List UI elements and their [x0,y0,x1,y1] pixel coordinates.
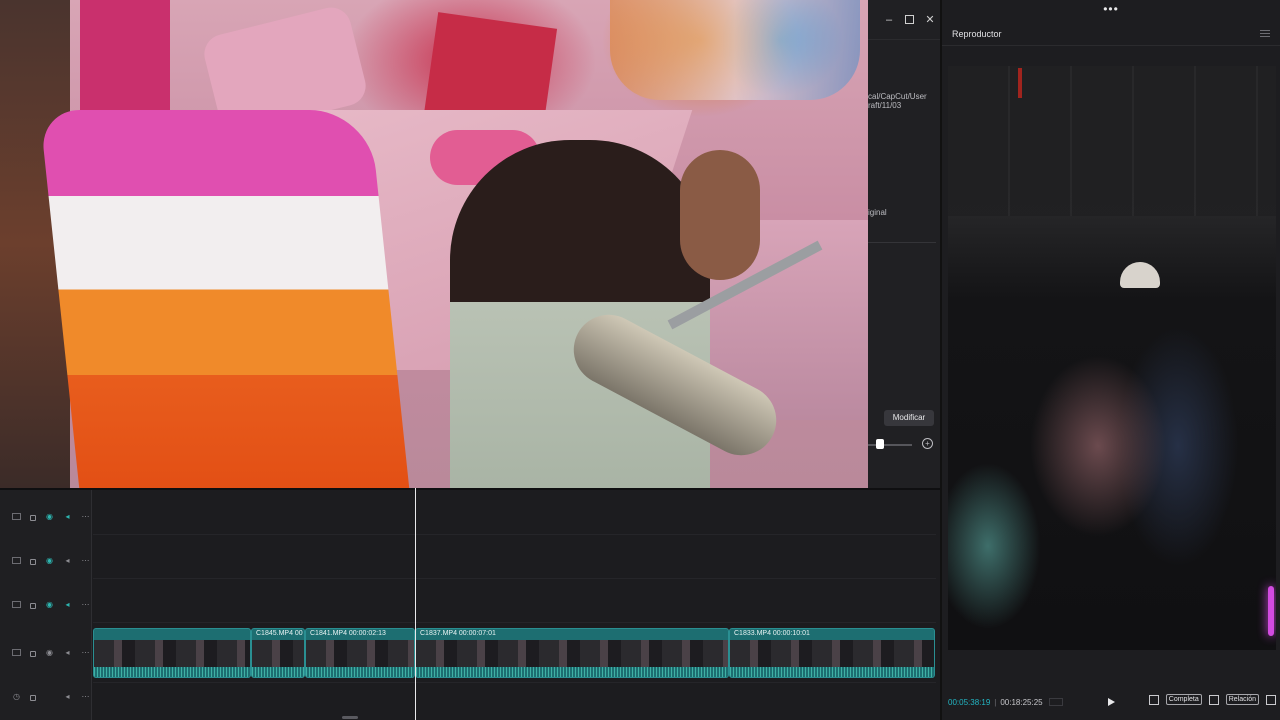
minimize-icon[interactable]: – [883,14,895,26]
clip-waveform [252,667,304,677]
timeline-clip[interactable] [93,628,251,678]
more-icon[interactable]: ⋯ [81,556,90,565]
track-area[interactable]: C1845.MP4 00 C1841.MP4 00:00:02:13 C1837… [93,490,936,720]
clip-thumbnails [252,640,304,667]
player-title: Reproductor [952,28,1002,39]
cover-icon[interactable] [12,601,21,608]
webcam-overlay [0,0,868,488]
clip-waveform [94,667,250,677]
webcam-plush-toys [610,0,860,100]
lock-icon[interactable] [30,650,36,657]
webcam-person [450,140,710,488]
clip-thumbnails [416,640,728,667]
track-header-3: ◉ ◂ ⋯ [12,600,90,609]
menu-icon[interactable] [1260,30,1270,37]
audio-icon[interactable]: ◂ [63,600,72,609]
fullscreen-icon[interactable] [1266,694,1276,705]
play-icon[interactable] [1108,698,1115,706]
clip-waveform [306,667,414,677]
full-quality-button[interactable]: Completa [1165,694,1202,705]
eye-icon[interactable]: ◉ [45,556,54,565]
track-header-1: ◉ ◂ ⋯ [12,512,90,521]
aspect-ratio-button[interactable]: Relación [1225,694,1259,705]
track-header-audio: ◷ ◂ ⋯ [12,692,90,701]
modify-button[interactable]: Modificar [884,410,934,426]
timecode-separator: | [994,697,997,707]
clip-label: C1845.MP4 00 [256,630,303,637]
audio-icon[interactable]: ◂ [63,648,72,657]
more-options-icon[interactable]: ••• [942,0,1280,22]
track-header-2: ◉ ◂ ⋯ [12,556,90,565]
webcam-pride-flag [39,110,411,488]
cover-icon[interactable] [12,557,21,564]
track-divider [93,578,936,579]
video-red-light [1018,68,1022,98]
webcam-curtain [80,0,170,110]
webcam-person-face [680,150,760,280]
player-panel: ••• Reproductor 00:05:38:19 | 00:18:25:2… [940,0,1280,720]
more-icon[interactable]: ⋯ [81,600,90,609]
timeline-clip[interactable]: C1845.MP4 00 [251,628,305,678]
player-controls: 00:05:38:19 | 00:18:25:25 Completa Relac… [942,690,1280,714]
project-path: cal/CapCut/User raft/11/03 [868,92,927,110]
timecode-format-icon[interactable] [1048,698,1063,706]
track-divider [93,534,936,535]
track-headers: ◉ ◂ ⋯ ◉ ◂ ⋯ ◉ ◂ ⋯ ◉ ◂ ⋯ ◷ ◂ ⋯ [0,490,92,720]
snapshot-icon[interactable] [1208,694,1219,705]
eye-icon[interactable]: ◉ [45,648,54,657]
more-icon[interactable]: ⋯ [81,512,90,521]
eye-icon[interactable]: ◉ [45,600,54,609]
timeline-clip[interactable]: C1833.MP4 00:00:10:01 [729,628,935,678]
zoom-slider-handle[interactable] [876,439,884,449]
eye-icon[interactable]: ◉ [45,512,54,521]
clip-thumbnails [306,640,414,667]
crop-icon[interactable] [1148,694,1159,705]
clock-icon[interactable]: ◷ [12,692,21,701]
zoom-in-icon[interactable]: + [922,438,933,449]
editor-details-panel: – ✕ cal/CapCut/User raft/11/03 iginal Mo… [868,0,940,488]
panel-divider [868,242,936,243]
clip-thumbnails [94,640,250,667]
player-right-controls: Completa Relación [1148,694,1276,705]
clip-waveform [416,667,728,677]
clip-label: C1841.MP4 00:00:02:13 [310,630,386,637]
total-timecode: 00:18:25:25 [1000,697,1043,707]
track-divider [93,682,936,683]
close-icon[interactable]: ✕ [924,14,936,26]
audio-icon[interactable]: ◂ [63,512,72,521]
cover-icon[interactable] [12,649,21,656]
timeline-clip[interactable]: C1841.MP4 00:00:02:13 [305,628,415,678]
player-header: Reproductor [942,22,1280,46]
maximize-icon[interactable] [905,15,914,24]
timeline-scrollbar[interactable] [342,716,358,719]
video-neon-light [1268,586,1274,636]
more-icon[interactable]: ⋯ [81,648,90,657]
original-label: iginal [868,208,887,217]
lock-icon[interactable] [30,602,36,609]
track-header-main: ◉ ◂ ⋯ [12,648,90,657]
video-white-cap [1120,262,1160,288]
preview-video[interactable] [948,66,1276,650]
lock-icon[interactable] [30,694,36,701]
current-timecode: 00:05:38:19 [948,697,991,707]
video-wall-tiles [948,66,1276,216]
clip-waveform [730,667,934,677]
clip-label: C1837.MP4 00:00:07:01 [420,630,496,637]
cover-icon[interactable] [12,513,21,520]
lock-icon[interactable] [30,558,36,565]
track-divider [93,622,936,623]
lock-icon[interactable] [30,514,36,521]
audio-icon[interactable]: ◂ [63,556,72,565]
audio-icon[interactable]: ◂ [63,692,72,701]
more-icon[interactable]: ⋯ [81,692,90,701]
zoom-slider[interactable] [868,444,912,446]
window-controls: – ✕ [868,0,940,40]
playhead[interactable] [415,488,416,720]
timeline-clip[interactable]: C1837.MP4 00:00:07:01 [415,628,729,678]
clip-label: C1833.MP4 00:00:10:01 [734,630,810,637]
timeline-panel: ◉ ◂ ⋯ ◉ ◂ ⋯ ◉ ◂ ⋯ ◉ ◂ ⋯ ◷ ◂ ⋯ C1845.MP4 … [0,488,940,720]
clip-thumbnails [730,640,934,667]
